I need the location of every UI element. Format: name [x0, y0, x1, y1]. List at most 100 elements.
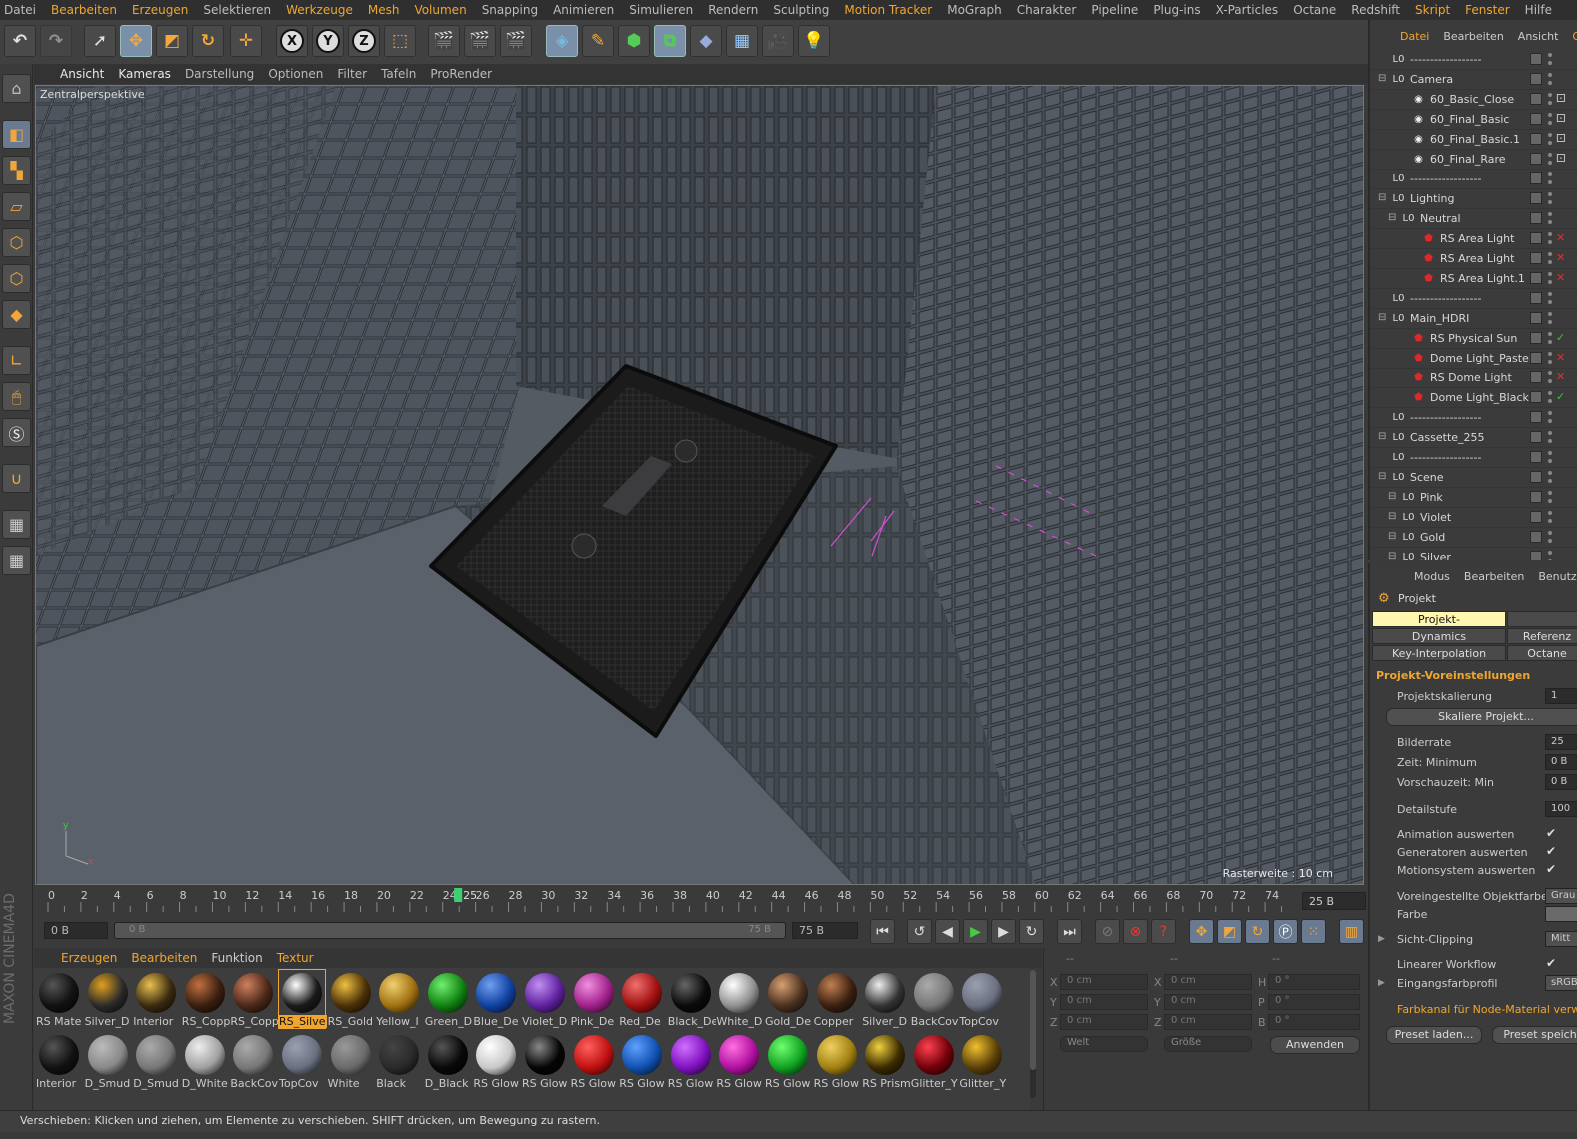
menu-plug-ins[interactable]: Plug-ins: [1153, 3, 1200, 17]
menu-erzeugen[interactable]: Erzeugen: [132, 3, 188, 17]
lock-workplane-icon[interactable]: ▦: [2, 510, 31, 539]
size-z-field[interactable]: 0 cm: [1164, 1014, 1252, 1030]
render-visibility-dot[interactable]: [1548, 100, 1552, 105]
save-preset-button[interactable]: Preset speich: [1492, 1026, 1577, 1044]
object-row[interactable]: ⊟ L0 Gold: [1370, 528, 1577, 548]
material-thumbnail[interactable]: RS Glow: [522, 1032, 568, 1090]
material-thumbnail[interactable]: Interior: [133, 970, 179, 1028]
editor-visibility-dot[interactable]: [1548, 311, 1552, 316]
expand-toggle-icon[interactable]: ⊟: [1378, 192, 1386, 203]
object-row[interactable]: ⬟ RS Area Light ✕: [1370, 249, 1577, 269]
material-menu-erzeugen[interactable]: Erzeugen: [61, 951, 117, 965]
disabled-cross-icon[interactable]: ✕: [1556, 351, 1565, 364]
editor-visibility-dot[interactable]: [1548, 92, 1552, 97]
render-visibility-dot[interactable]: [1548, 220, 1552, 225]
material-thumbnail[interactable]: D_Black: [425, 1032, 471, 1090]
layer-visibility-icon[interactable]: [1530, 351, 1542, 364]
object-row[interactable]: ⊟ L0 Lighting: [1370, 189, 1577, 210]
use-animation-checkbox[interactable]: ✔: [1546, 826, 1556, 840]
viewport-menu-optionen[interactable]: Optionen: [268, 67, 323, 81]
input-color-profile-dropdown[interactable]: sRGB: [1545, 975, 1577, 991]
object-row[interactable]: ⊟ L0 Violet: [1370, 508, 1577, 528]
material-thumbnail[interactable]: Glitter_Y: [911, 1032, 958, 1090]
layer-visibility-icon[interactable]: [1530, 331, 1542, 344]
object-menu-ansicht[interactable]: Ansicht: [1518, 30, 1559, 43]
layer-visibility-icon[interactable]: [1530, 112, 1542, 125]
fps-field[interactable]: 25: [1545, 734, 1577, 750]
tag-icon[interactable]: ⚀: [1556, 112, 1566, 125]
undo-icon[interactable]: ↶: [4, 25, 36, 57]
expand-toggle-icon[interactable]: ⊟: [1388, 491, 1396, 502]
use-motion-system-checkbox[interactable]: ✔: [1546, 862, 1556, 876]
editor-visibility-dot[interactable]: [1548, 451, 1552, 455]
frame-range-slider[interactable]: 0 B 75 B: [114, 922, 786, 939]
editor-visibility-dot[interactable]: [1548, 172, 1552, 177]
object-menu-datei[interactable]: Datei: [1400, 30, 1429, 43]
menu-snapping[interactable]: Snapping: [482, 3, 538, 17]
render-visibility-dot[interactable]: [1548, 260, 1552, 264]
layer-visibility-icon[interactable]: [1530, 192, 1542, 205]
editor-visibility-dot[interactable]: [1548, 152, 1552, 157]
render-visibility-dot[interactable]: [1548, 379, 1552, 384]
render-visibility-dot[interactable]: [1548, 61, 1552, 65]
level-of-detail-field[interactable]: 100: [1545, 801, 1577, 817]
texture-mode-icon[interactable]: ▚: [2, 156, 31, 185]
tab-referenz[interactable]: Referenz: [1507, 628, 1577, 644]
object-row[interactable]: ◉ 60_Final_Basic.1 ⚀: [1370, 130, 1577, 150]
menu-simulieren[interactable]: Simulieren: [629, 3, 693, 17]
material-thumbnail[interactable]: RS Prism: [862, 1032, 910, 1090]
render-visibility-dot[interactable]: [1548, 518, 1552, 523]
material-thumbnail[interactable]: Glitter_Y: [959, 1032, 1006, 1090]
editor-visibility-dot[interactable]: [1548, 391, 1552, 396]
expand-toggle-icon[interactable]: ⊟: [1388, 531, 1396, 542]
solo-icon[interactable]: Ⓢ: [2, 418, 31, 447]
object-row[interactable]: ⬟ Dome Light_Pastel.1 ✕: [1370, 349, 1577, 369]
layer-visibility-icon[interactable]: [1530, 252, 1542, 264]
viewport-menu-prorender[interactable]: ProRender: [430, 67, 492, 81]
menu-volumen[interactable]: Volumen: [414, 3, 466, 17]
render-visibility-dot[interactable]: [1548, 439, 1552, 444]
expand-toggle-icon[interactable]: ⊟: [1388, 551, 1396, 561]
material-scrollbar[interactable]: [1030, 970, 1036, 1098]
material-thumbnail[interactable]: D_Smud: [133, 1032, 179, 1090]
preview-min-field[interactable]: 0 B: [1545, 774, 1577, 790]
material-thumbnail[interactable]: D_Smud: [85, 1032, 131, 1090]
move-tool-icon[interactable]: ✥: [120, 25, 152, 57]
floor-icon[interactable]: ▦: [726, 25, 758, 57]
workplane-icon[interactable]: ▱: [2, 192, 31, 221]
z-axis-button[interactable]: Z: [348, 25, 380, 57]
menu-werkzeuge[interactable]: Werkzeuge: [286, 3, 353, 17]
object-row[interactable]: L0 ------------------: [1370, 169, 1577, 190]
next-frame-icon[interactable]: ▶: [991, 919, 1016, 944]
layer-visibility-icon[interactable]: [1530, 371, 1542, 384]
editor-visibility-dot[interactable]: [1548, 431, 1552, 436]
editor-visibility-dot[interactable]: [1548, 232, 1552, 237]
object-row[interactable]: ⬟ RS Physical Sun ✓: [1370, 329, 1577, 349]
material-thumbnail[interactable]: Gold_De: [765, 970, 811, 1028]
material-thumbnail[interactable]: White: [328, 1032, 374, 1090]
layer-visibility-icon[interactable]: [1530, 451, 1542, 463]
object-row[interactable]: ⬟ RS Dome Light ✕: [1370, 368, 1577, 389]
tweak-mode-icon[interactable]: 🖱: [2, 382, 31, 411]
object-menu-ob[interactable]: Ob: [1572, 30, 1577, 43]
polygons-mode-icon[interactable]: ◆: [2, 300, 31, 329]
use-generators-checkbox[interactable]: ✔: [1546, 844, 1556, 858]
object-row[interactable]: L0 ------------------: [1370, 50, 1577, 70]
next-key-icon[interactable]: ↻: [1019, 919, 1044, 944]
redo-icon[interactable]: ↷: [40, 25, 72, 57]
layer-visibility-icon[interactable]: [1530, 470, 1542, 483]
material-thumbnail[interactable]: Yellow_I: [376, 970, 422, 1028]
editor-visibility-dot[interactable]: [1548, 112, 1552, 117]
transform-tool-icon[interactable]: ✛: [230, 25, 262, 57]
apply-button[interactable]: Anwenden: [1270, 1036, 1360, 1054]
render-visibility-dot[interactable]: [1548, 319, 1552, 324]
menu-bearbeiten[interactable]: Bearbeiten: [51, 3, 117, 17]
material-thumbnail[interactable]: RS Glow: [716, 1032, 762, 1090]
menu-mograph[interactable]: MoGraph: [947, 3, 1002, 17]
select-tool-icon[interactable]: ➚: [84, 25, 116, 57]
material-thumbnail[interactable]: Black: [376, 1032, 422, 1090]
min-time-field[interactable]: 0 B: [1545, 754, 1577, 770]
material-thumbnail[interactable]: Blue_De: [473, 970, 519, 1028]
editor-visibility-dot[interactable]: [1548, 72, 1552, 77]
enabled-check-icon[interactable]: ✓: [1556, 390, 1565, 403]
